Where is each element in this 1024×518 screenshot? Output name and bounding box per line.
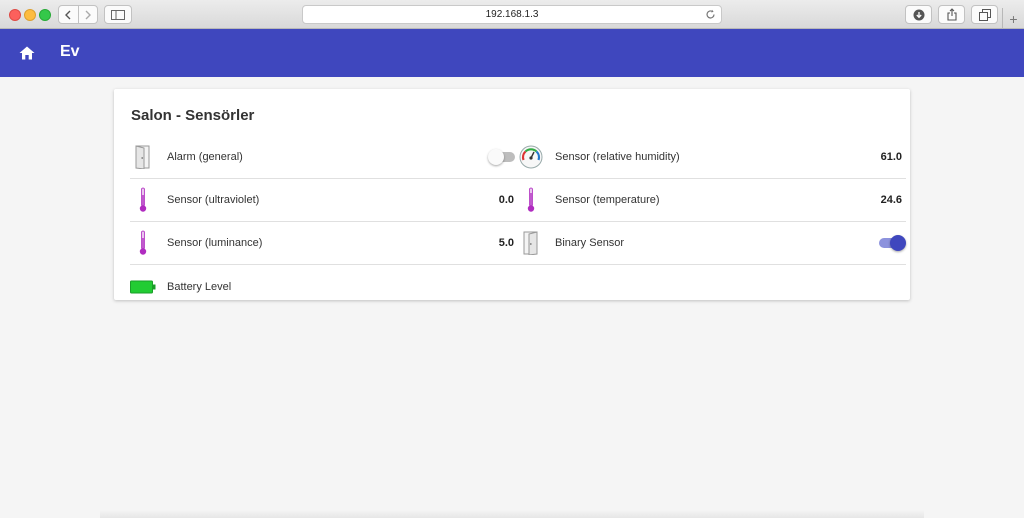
url-text: 192.168.1.3 (485, 9, 539, 20)
sensor-column-left: Alarm (general) Sensor (ultraviolet) 0.0… (130, 136, 518, 308)
tabs-icon (978, 8, 991, 21)
sensor-row-alarm[interactable]: Alarm (general) (130, 136, 518, 179)
sensor-card: Salon - Sensörler Alarm (general) Sensor… (114, 89, 910, 300)
door-icon (130, 144, 156, 170)
sensor-row-ultraviolet[interactable]: Sensor (ultraviolet) 0.0 (130, 179, 518, 222)
sensor-row-binary[interactable]: Binary Sensor (518, 222, 906, 265)
back-button[interactable] (59, 6, 78, 23)
thermometer-icon (130, 230, 156, 256)
sensor-value: 61.0 (880, 151, 902, 163)
share-icon (946, 8, 957, 21)
sensor-label: Sensor (luminance) (167, 237, 263, 249)
home-icon (19, 46, 35, 60)
sensor-row-luminance[interactable]: Sensor (luminance) 5.0 (130, 222, 518, 265)
app-header: Ev (0, 29, 1024, 77)
sensor-column-right: Sensor (relative humidity) 61.0 Sensor (… (518, 136, 906, 265)
sidebar-toggle-button[interactable] (104, 5, 132, 24)
close-window-button[interactable] (9, 9, 21, 21)
page-bottom-shadow (100, 510, 924, 518)
downloads-button[interactable] (905, 5, 932, 24)
plus-icon: + (1009, 10, 1018, 27)
thermometer-icon (518, 187, 544, 213)
gauge-icon (518, 144, 544, 170)
minimize-window-button[interactable] (24, 9, 36, 21)
home-button[interactable] (17, 43, 37, 63)
sensor-label: Sensor (ultraviolet) (167, 194, 260, 206)
address-bar[interactable]: 192.168.1.3 (302, 5, 722, 24)
tabs-overview-button[interactable] (971, 5, 998, 24)
sensor-row-humidity[interactable]: Sensor (relative humidity) 61.0 (518, 136, 906, 179)
zoom-window-button[interactable] (39, 9, 51, 21)
sensor-label: Binary Sensor (555, 237, 625, 249)
sensor-label: Sensor (relative humidity) (555, 151, 680, 163)
alarm-toggle[interactable] (488, 149, 518, 165)
sensor-label: Battery Level (167, 280, 232, 293)
chevron-right-icon (85, 10, 91, 19)
chevron-left-icon (65, 10, 71, 19)
download-icon (913, 9, 924, 20)
sensor-value: 24.6 (880, 194, 902, 206)
thermometer-icon (130, 187, 156, 213)
battery-icon (130, 274, 156, 300)
sensor-row-battery[interactable]: Battery Level (130, 265, 518, 308)
page-title: Ev (60, 43, 80, 60)
reload-icon[interactable] (705, 9, 716, 23)
history-nav (58, 5, 98, 24)
share-button[interactable] (938, 5, 965, 24)
door-icon (518, 230, 544, 256)
binary-sensor-toggle[interactable] (876, 235, 906, 251)
browser-toolbar: 192.168.1.3 + (0, 0, 1024, 29)
sidebar-icon (111, 9, 125, 20)
sensor-value: 5.0 (498, 237, 514, 249)
sensor-row-temperature[interactable]: Sensor (temperature) 24.6 (518, 179, 906, 222)
new-tab-button[interactable]: + (1002, 8, 1024, 29)
sensor-label: Sensor (temperature) (555, 194, 660, 206)
sensor-value: 0.0 (498, 194, 514, 206)
forward-button[interactable] (77, 6, 98, 23)
card-title: Salon - Sensörler (131, 107, 255, 124)
sensor-label: Alarm (general) (167, 151, 243, 163)
